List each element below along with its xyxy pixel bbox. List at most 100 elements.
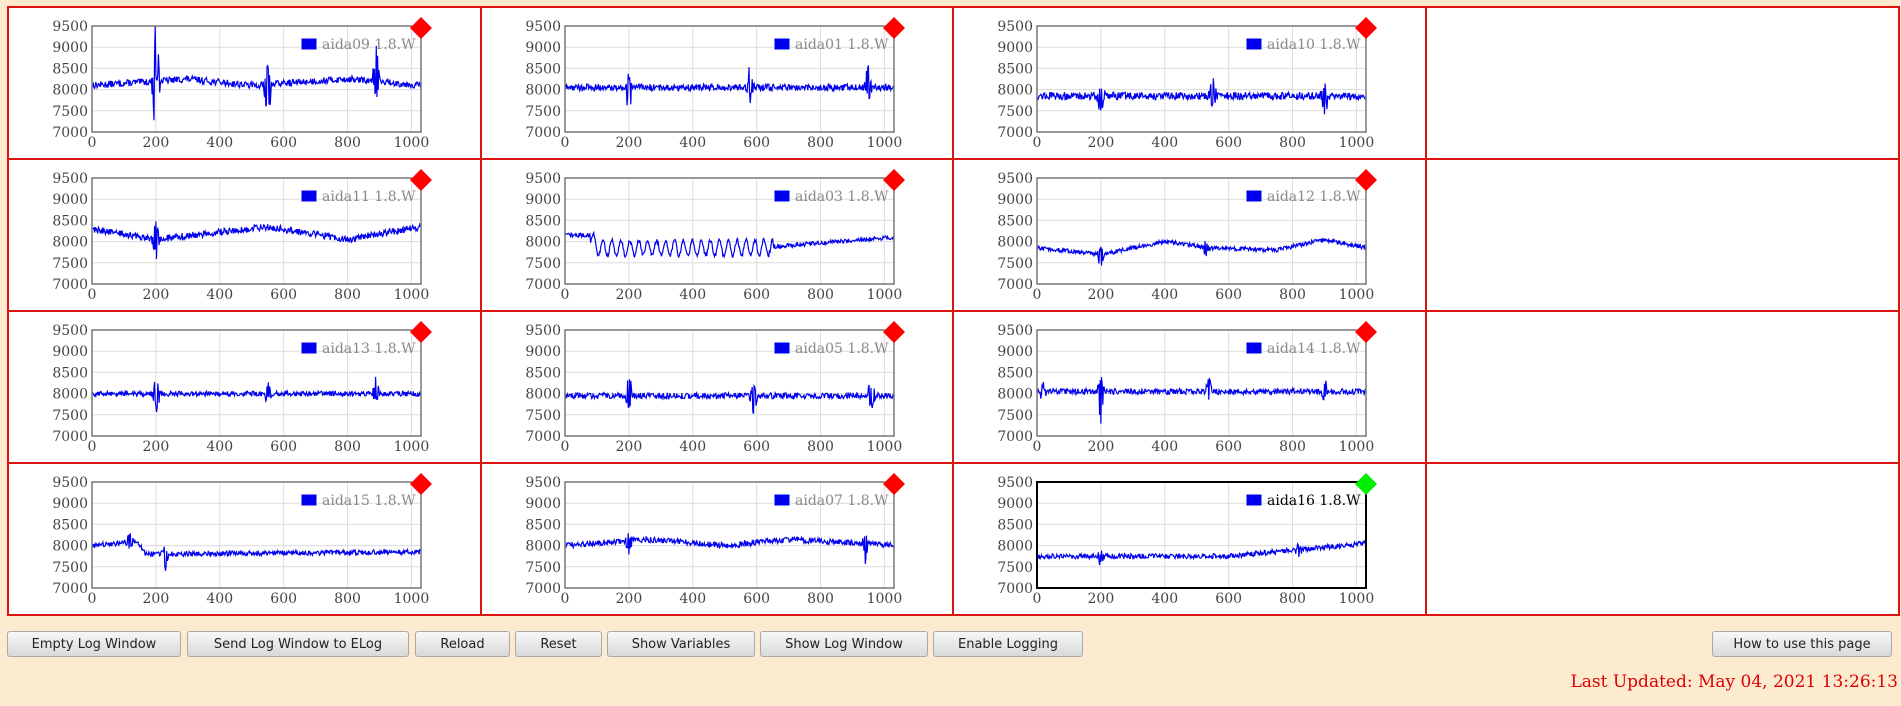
x-tick-label: 400 xyxy=(679,439,706,455)
legend-swatch xyxy=(1245,189,1263,203)
y-tick-label: 8500 xyxy=(525,517,561,533)
x-tick-label: 600 xyxy=(270,287,297,303)
send-log-to-elog-button[interactable]: Send Log Window to ELog xyxy=(187,631,409,657)
x-tick-label: 800 xyxy=(334,287,361,303)
x-tick-label: 400 xyxy=(206,439,233,455)
x-tick-label: 200 xyxy=(1088,439,1115,455)
x-tick-label: 800 xyxy=(1279,287,1306,303)
chart-cell[interactable]: 0 200 400 600 800 1000 7000 7500 8000 8500 9000 950… xyxy=(9,464,482,616)
y-tick-label: 7000 xyxy=(52,277,88,293)
chart-cell[interactable]: 0 200 400 600 800 1000 7000 7500 8000 8500 9000 950… xyxy=(954,464,1427,616)
x-tick-label: 200 xyxy=(616,135,643,151)
reset-button[interactable]: Reset xyxy=(515,631,602,657)
legend-label: aida03 1.8.W xyxy=(795,189,889,205)
y-tick-label: 8000 xyxy=(997,387,1033,403)
x-tick-label: 1000 xyxy=(867,591,903,607)
x-tick-label: 200 xyxy=(616,591,643,607)
legend-swatch xyxy=(300,189,318,203)
y-tick-label: 7500 xyxy=(52,104,88,120)
chart-cell[interactable]: 0 200 400 600 800 1000 7000 7500 8000 8500 9000 950… xyxy=(954,8,1427,160)
chart-svg: 0 200 400 600 800 1000 7000 7500 8000 8500 9000 950… xyxy=(52,17,432,151)
chart-cell[interactable]: 0 200 400 600 800 1000 7000 7500 8000 8500 9000 950… xyxy=(954,312,1427,464)
x-tick-label: 1000 xyxy=(394,135,430,151)
legend-label: aida15 1.8.W xyxy=(322,493,416,509)
x-tick-label: 0 xyxy=(88,591,97,607)
show-variables-button[interactable]: Show Variables xyxy=(607,631,755,657)
legend-swatch xyxy=(300,493,318,507)
x-tick-label: 400 xyxy=(1151,135,1178,151)
y-tick-label: 9000 xyxy=(997,496,1033,512)
y-tick-label: 8000 xyxy=(997,83,1033,99)
legend-swatch xyxy=(300,341,318,355)
x-tick-label: 0 xyxy=(1033,135,1042,151)
chart-cell[interactable]: 0 200 400 600 800 1000 7000 7500 8000 8500 9000 950… xyxy=(9,312,482,464)
x-tick-label: 1000 xyxy=(867,135,903,151)
y-tick-label: 8000 xyxy=(997,539,1033,555)
y-tick-label: 9000 xyxy=(52,344,88,360)
chart-svg: 0 200 400 600 800 1000 7000 7500 8000 8500 9000 950… xyxy=(52,473,432,607)
chart-cell[interactable]: 0 200 400 600 800 1000 7000 7500 8000 8500 9000 950… xyxy=(954,160,1427,312)
y-tick-label: 9500 xyxy=(525,19,561,35)
legend-label: aida07 1.8.W xyxy=(795,493,889,509)
x-tick-label: 800 xyxy=(334,439,361,455)
x-tick-label: 200 xyxy=(143,439,170,455)
y-tick-label: 9000 xyxy=(52,192,88,208)
x-tick-label: 1000 xyxy=(1339,439,1375,455)
y-tick-label: 9500 xyxy=(52,171,88,187)
x-tick-label: 0 xyxy=(1033,439,1042,455)
y-tick-label: 7500 xyxy=(52,560,88,576)
chart-cell[interactable]: 0 200 400 600 800 1000 7000 7500 8000 8500 9000 950… xyxy=(482,8,954,160)
y-tick-label: 9000 xyxy=(52,496,88,512)
y-tick-label: 7000 xyxy=(52,429,88,445)
legend-label: aida14 1.8.W xyxy=(1267,341,1361,357)
y-tick-label: 7000 xyxy=(52,125,88,141)
chart-cell[interactable]: 0 200 400 600 800 1000 7000 7500 8000 8500 9000 950… xyxy=(9,160,482,312)
x-tick-label: 800 xyxy=(1279,591,1306,607)
empty-log-window-button[interactable]: Empty Log Window xyxy=(7,631,181,657)
y-tick-label: 9000 xyxy=(525,344,561,360)
enable-logging-button[interactable]: Enable Logging xyxy=(933,631,1083,657)
legend-swatch xyxy=(1245,493,1263,507)
chart-grid: 0 200 400 600 800 1000 7000 7500 8000 8500 9000 950… xyxy=(7,6,1900,616)
y-tick-label: 8500 xyxy=(997,213,1033,229)
y-tick-label: 8000 xyxy=(525,83,561,99)
y-tick-label: 8000 xyxy=(997,235,1033,251)
empty-chart-cell xyxy=(1427,160,1900,312)
legend-label: aida13 1.8.W xyxy=(322,341,416,357)
legend-swatch xyxy=(1245,37,1263,51)
chart-cell[interactable]: 0 200 400 600 800 1000 7000 7500 8000 8500 9000 950… xyxy=(482,464,954,616)
chart-cell[interactable]: 0 200 400 600 800 1000 7000 7500 8000 8500 9000 950… xyxy=(9,8,482,160)
empty-chart-cell xyxy=(1427,464,1900,616)
y-tick-label: 7500 xyxy=(52,408,88,424)
legend-label: aida16 1.8.W xyxy=(1267,493,1361,509)
how-to-use-button[interactable]: How to use this page xyxy=(1712,631,1892,657)
legend-swatch xyxy=(773,189,791,203)
chart-cell[interactable]: 0 200 400 600 800 1000 7000 7500 8000 8500 9000 950… xyxy=(482,312,954,464)
x-tick-label: 200 xyxy=(616,287,643,303)
x-tick-label: 800 xyxy=(807,135,834,151)
x-tick-label: 1000 xyxy=(394,591,430,607)
y-tick-label: 7500 xyxy=(997,104,1033,120)
x-tick-label: 600 xyxy=(743,287,770,303)
y-tick-label: 9500 xyxy=(997,475,1033,491)
reload-button[interactable]: Reload xyxy=(415,631,510,657)
y-tick-label: 9500 xyxy=(997,323,1033,339)
show-log-window-button[interactable]: Show Log Window xyxy=(760,631,928,657)
chart-svg: 0 200 400 600 800 1000 7000 7500 8000 8500 9000 950… xyxy=(997,321,1377,455)
y-tick-label: 8500 xyxy=(52,365,88,381)
chart-svg: 0 200 400 600 800 1000 7000 7500 8000 8500 9000 950… xyxy=(997,169,1377,303)
y-tick-label: 9000 xyxy=(997,344,1033,360)
y-tick-label: 8500 xyxy=(52,517,88,533)
legend-swatch xyxy=(773,341,791,355)
y-tick-label: 8000 xyxy=(52,387,88,403)
y-tick-label: 7000 xyxy=(525,125,561,141)
y-tick-label: 7500 xyxy=(525,256,561,272)
legend-label: aida09 1.8.W xyxy=(322,37,416,53)
x-tick-label: 200 xyxy=(616,439,643,455)
chart-svg: 0 200 400 600 800 1000 7000 7500 8000 8500 9000 950… xyxy=(52,169,432,303)
y-tick-label: 8000 xyxy=(52,83,88,99)
x-tick-label: 0 xyxy=(88,287,97,303)
y-tick-label: 8500 xyxy=(525,213,561,229)
y-tick-label: 7500 xyxy=(997,560,1033,576)
chart-cell[interactable]: 0 200 400 600 800 1000 7000 7500 8000 8500 9000 950… xyxy=(482,160,954,312)
